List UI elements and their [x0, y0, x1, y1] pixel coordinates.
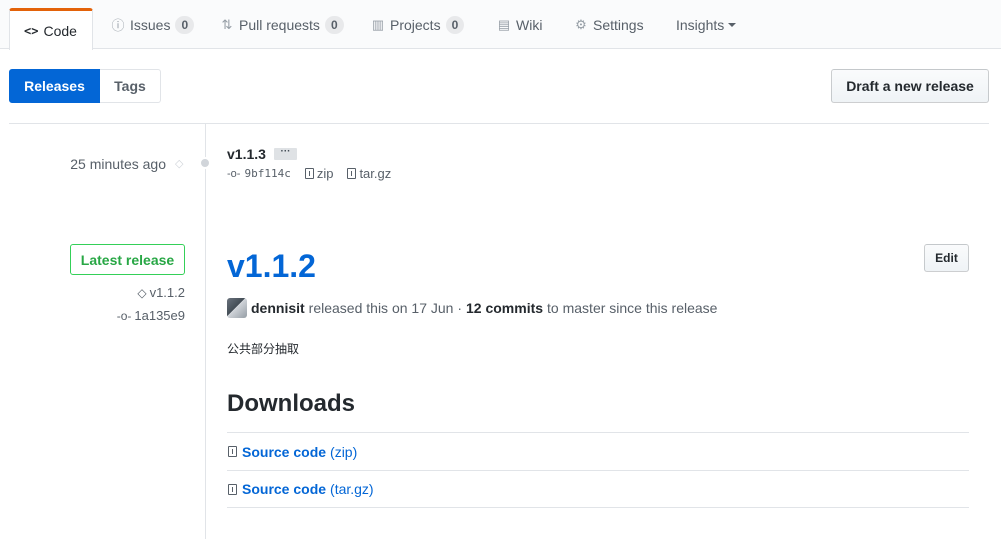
- release-commit-sha: 1a135e9: [134, 308, 185, 323]
- timeline-dot: [199, 157, 211, 169]
- pull-requests-counter: 0: [324, 15, 344, 34]
- release-title-link[interactable]: v1.1.2: [227, 248, 316, 285]
- release-time: 25 minutes ago: [70, 156, 166, 172]
- download-label: Source code: [242, 481, 327, 497]
- tab-wiki-label: Wiki: [516, 16, 543, 33]
- since-text: to master since this release: [547, 300, 718, 316]
- pull-request-icon: ⇅: [221, 16, 233, 32]
- tab-issues-label: Issues: [130, 16, 171, 33]
- release-meta: -o- 9bf114c zip tar.gz: [227, 166, 391, 181]
- tab-projects-label: Projects: [390, 16, 441, 33]
- download-row[interactable]: Source code (tar.gz): [227, 470, 969, 508]
- tab-wiki[interactable]: ▤ Wiki: [496, 0, 543, 49]
- release-byline: dennisit released this on 17 Jun · 12 co…: [227, 298, 717, 318]
- tab-insights[interactable]: Insights: [676, 0, 737, 49]
- downloads-heading: Downloads: [227, 390, 356, 417]
- releases-subnav: Releases Tags: [9, 69, 161, 103]
- tag-icon: ◇: [175, 158, 184, 170]
- release-tag[interactable]: ◇ v1.1.2: [137, 285, 185, 300]
- gear-icon: ⚙: [575, 16, 587, 32]
- issues-counter: 0: [175, 15, 195, 34]
- file-zip-icon: [228, 446, 237, 457]
- tab-settings[interactable]: ⚙ Settings: [573, 0, 644, 49]
- tab-insights-label: Insights: [676, 16, 725, 33]
- expand-details-button[interactable]: ···: [274, 147, 297, 160]
- tab-code[interactable]: <> Code: [9, 8, 93, 50]
- tag-icon: ◇: [137, 285, 147, 300]
- tab-pull-requests-label: Pull requests: [239, 16, 320, 33]
- tab-code-label: Code: [43, 22, 77, 39]
- downloads-list: Source code (zip) Source code (tar.gz): [227, 432, 969, 508]
- tab-projects[interactable]: ▥ Projects 0: [370, 0, 465, 49]
- file-zip-icon: [347, 168, 357, 179]
- release-notes: 公共部分抽取: [227, 342, 300, 356]
- releases-tab[interactable]: Releases: [9, 69, 100, 103]
- file-zip-icon: [304, 168, 314, 179]
- projects-counter: 0: [445, 15, 465, 34]
- project-icon: ▥: [371, 16, 385, 32]
- commit-sha-link[interactable]: 9bf114c: [244, 167, 290, 180]
- avatar[interactable]: [227, 298, 247, 318]
- commit-icon: -o-: [227, 167, 241, 180]
- commit-icon: -o-: [116, 308, 132, 323]
- caret-down-icon: [728, 22, 737, 27]
- zip-download-link[interactable]: zip: [317, 166, 334, 181]
- draft-new-release-button[interactable]: Draft a new release: [831, 69, 989, 103]
- download-label: Source code: [242, 443, 327, 460]
- author-link[interactable]: dennisit: [251, 300, 305, 316]
- release-tag-label: v1.1.2: [149, 285, 185, 300]
- commits-since-link[interactable]: 12 commits: [466, 300, 543, 316]
- divider: [9, 123, 989, 124]
- tab-pull-requests[interactable]: ⇅ Pull requests 0: [219, 0, 344, 49]
- download-row[interactable]: Source code (zip): [227, 432, 969, 470]
- release-commit[interactable]: -o- 1a135e9: [117, 308, 185, 323]
- code-icon: <>: [24, 23, 39, 38]
- tags-tab[interactable]: Tags: [100, 69, 161, 103]
- tab-issues[interactable]: ⓘ Issues 0: [110, 0, 195, 49]
- release-name-link[interactable]: v1.1.3: [227, 146, 266, 162]
- release-timeline-line: [205, 124, 206, 539]
- repo-tab-bar: <> Code ⓘ Issues 0 ⇅ Pull requests 0 ▥ P…: [0, 0, 1001, 50]
- targz-download-link[interactable]: tar.gz: [359, 166, 391, 181]
- released-text: released this on 17 Jun ·: [308, 300, 462, 316]
- tab-settings-label: Settings: [593, 16, 644, 33]
- edit-release-button[interactable]: Edit: [924, 244, 969, 272]
- issue-icon: ⓘ: [111, 18, 125, 33]
- file-zip-icon: [228, 483, 237, 495]
- book-icon: ▤: [497, 16, 511, 32]
- download-format: (tar.gz): [330, 481, 374, 497]
- download-format: (zip): [330, 443, 358, 460]
- latest-release-badge: Latest release: [70, 244, 185, 275]
